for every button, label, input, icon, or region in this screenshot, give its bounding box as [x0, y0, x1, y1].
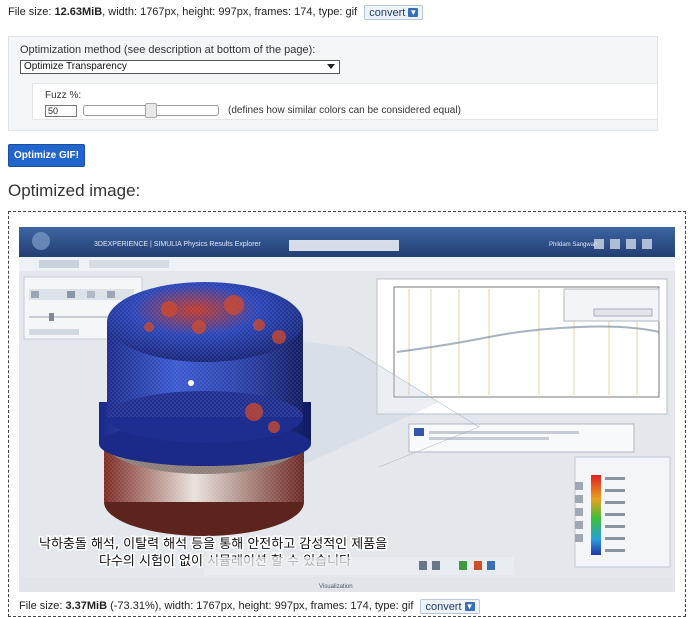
method-selected-value: Optimize Transparency	[24, 61, 127, 72]
download-icon: ▼	[408, 8, 419, 18]
header-user-icon	[594, 239, 604, 249]
header-add-icon	[610, 239, 620, 249]
simulation-model	[99, 282, 311, 536]
method-select[interactable]: Optimize Transparency	[20, 60, 340, 74]
chevron-down-icon	[327, 64, 335, 69]
bottom-bar-label: Visualization	[319, 584, 353, 590]
options-panel: Optimization method (see description at …	[8, 36, 658, 131]
header-share-icon	[626, 239, 636, 249]
fuzz-label: Fuzz %:	[45, 90, 82, 101]
method-label: Optimization method (see description at …	[20, 44, 316, 56]
optimized-gif-image: 3DEXPERIENCE | SIMULIA Physics Results E…	[19, 227, 675, 592]
result-convert-button[interactable]: convert ▼	[420, 598, 480, 614]
optimize-button[interactable]: Optimize GIF!	[8, 144, 85, 167]
color-legend	[591, 475, 601, 555]
result-file-info: File size: 3.37MiB (-73.31%), width: 176…	[19, 598, 480, 614]
optimized-image-heading: Optimized image:	[8, 181, 141, 200]
header-help-icon	[642, 239, 652, 249]
fuzz-slider[interactable]	[83, 103, 219, 118]
fuzz-hint: (defines how similar colors can be consi…	[228, 105, 461, 116]
result-size-prefix: File size:	[19, 600, 66, 612]
app-search-box	[289, 240, 399, 251]
app-user: Phildam Sangwan	[549, 242, 597, 248]
convert-label: convert	[369, 6, 406, 19]
file-size-value: 12.63MiB	[54, 6, 103, 18]
app-logo-icon	[32, 232, 50, 250]
download-icon: ▼	[464, 602, 475, 612]
result-details: (-73.31%), width: 1767px, height: 997px,…	[107, 600, 414, 612]
file-size-prefix: File size:	[8, 6, 55, 18]
simulation-screenshot: 3DEXPERIENCE | SIMULIA Physics Results E…	[19, 227, 675, 592]
fuzz-input[interactable]: 50	[45, 105, 77, 117]
subtitle-line-1: 낙하충돌 해석, 이탈력 해석 등을 통해 안전하고 감성적인 제품을	[39, 537, 387, 552]
app-title: 3DEXPERIENCE | SIMULIA Physics Results E…	[94, 241, 261, 248]
source-file-info: File size: 12.63MiB, width: 1767px, heig…	[8, 4, 424, 20]
convert-button[interactable]: convert ▼	[364, 4, 424, 20]
result-convert-label: convert	[425, 600, 462, 613]
result-size-value: 3.37MiB	[65, 600, 108, 612]
fuzz-slider-thumb[interactable]	[145, 103, 157, 118]
file-details: , width: 1767px, height: 997px, frames: …	[102, 6, 358, 18]
fuzz-box: Fuzz %: 50 (defines how similar colors c…	[32, 83, 658, 120]
